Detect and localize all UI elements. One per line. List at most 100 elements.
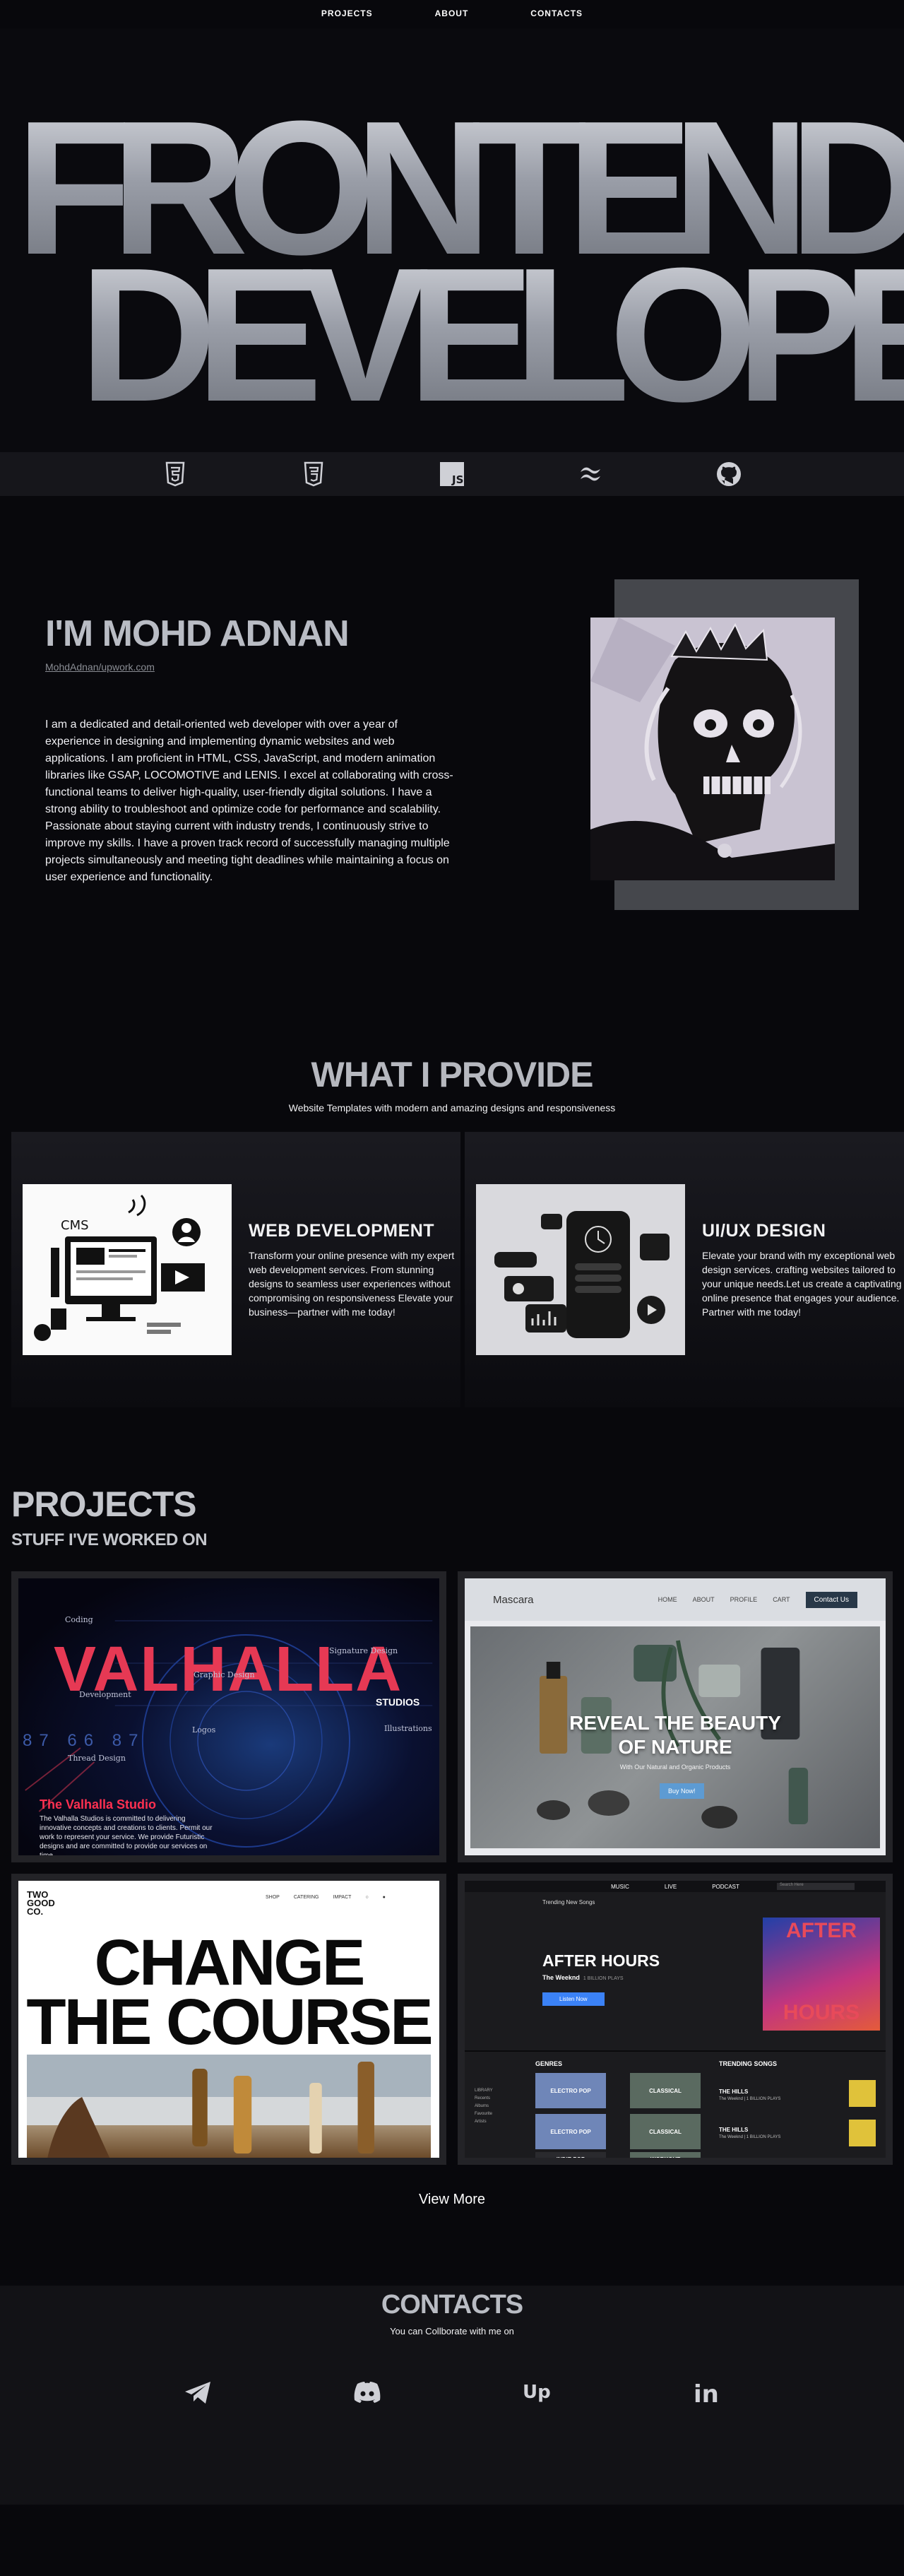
genre-tile: ELECTRO POP [535, 2073, 606, 2108]
services-section: WHAT I PROVIDE Website Templates with mo… [0, 1054, 904, 1407]
github-icon [713, 459, 744, 490]
view-more-link[interactable]: View More [0, 2192, 904, 2208]
song-thumbnail [849, 2080, 876, 2107]
projects-grid: VALHALLA STUDIOS Coding Signature Design… [11, 1571, 893, 2165]
contact-icons: Up in [0, 2336, 904, 2411]
mascara-navbar: Mascara HOME ABOUT PROFILE CART Contact … [465, 1578, 886, 1621]
valhalla-numbers: 87 66 87 [23, 1731, 145, 1750]
discord-icon[interactable] [348, 2373, 386, 2411]
projects-section: PROJECTS STUFF I'VE WORKED ON VALHALLA S… [0, 1407, 904, 2208]
project-card-mascara[interactable]: Mascara HOME ABOUT PROFILE CART Contact … [458, 1571, 893, 1862]
services-subtitle: Website Templates with modern and amazin… [288, 1102, 616, 1113]
project-card-music-app[interactable]: MUSIC LIVE PODCAST Search Here Trending … [458, 1874, 893, 2165]
song-title: THE HILLS [719, 2088, 749, 2095]
valhalla-studios-label: STUDIOS [376, 1696, 420, 1708]
genre-tile: INDIE POP [535, 2152, 606, 2158]
song-title: THE HILLS [719, 2127, 749, 2133]
telegram-icon[interactable] [179, 2373, 217, 2411]
service-title: WEB DEVELOPMENT [249, 1220, 435, 1241]
two-good-logo: TWO GOOD CO. [27, 1889, 55, 1917]
two-good-menu-item: SHOP [266, 1895, 280, 1900]
svg-text:JS: JS [451, 473, 463, 486]
valhalla-tag: Graphic Design [194, 1670, 255, 1679]
music-app-screenshot: MUSIC LIVE PODCAST Search Here Trending … [465, 1881, 886, 2158]
mascara-menu-item: CART [773, 1596, 790, 1603]
project-card-valhalla[interactable]: VALHALLA STUDIOS Coding Signature Design… [11, 1571, 446, 1862]
service-title: UI/UX DESIGN [702, 1220, 826, 1241]
service-card-web-development: CMS WEB DEVELOPMENT Transform your onlin… [11, 1132, 460, 1407]
two-good-photo [27, 2055, 431, 2158]
genre-tile: CLASSICAL [630, 2114, 701, 2149]
top-nav: PROJECTS ABOUT CONTACTS [0, 0, 904, 28]
menu-icon: ● [382, 1895, 386, 1900]
service-description: Elevate your brand with my exceptional w… [702, 1249, 902, 1318]
music-nav-item: MUSIC [611, 1883, 629, 1890]
svg-text:Up: Up [523, 2382, 551, 2403]
nav-contacts-link[interactable]: CONTACTS [530, 8, 583, 28]
genre-tile: ELECTRO POP [535, 2114, 606, 2149]
valhalla-screenshot: VALHALLA STUDIOS Coding Signature Design… [18, 1578, 439, 1855]
song-subtitle: The Weeknd | 1 BILLION PLAYS [719, 2135, 781, 2139]
mascara-contact-button: Contact Us [805, 1591, 857, 1608]
hero-title-line-2: DEVELOPER [79, 240, 904, 431]
valhalla-tag: Illustrations [384, 1724, 432, 1733]
svg-text:CMS: CMS [61, 1218, 89, 1233]
hero-section: FRONTEND DEVELOPER [0, 28, 904, 452]
about-title: I'M MOHD ADNAN [45, 613, 350, 654]
valhalla-tag: Thread Design [68, 1754, 126, 1763]
music-trending-label: Trending New Songs [542, 1899, 595, 1906]
nav-about-link[interactable]: ABOUT [435, 8, 469, 28]
linkedin-icon[interactable]: in [687, 2373, 725, 2411]
valhalla-tag: Development [79, 1690, 131, 1699]
skull-artwork-image [590, 618, 835, 880]
projects-title: PROJECTS [11, 1484, 197, 1524]
after-hours-cover: AFTER HOURS [763, 1918, 880, 2031]
service-description: Transform your online presence with my e… [249, 1249, 455, 1318]
mascara-buy-button: Buy Now! [660, 1783, 704, 1799]
genre-tile: WORKOUT [630, 2152, 701, 2158]
two-good-menu-item: IMPACT [333, 1895, 352, 1900]
ui-ux-design-illustration [476, 1184, 685, 1355]
upwork-icon[interactable]: Up [518, 2373, 556, 2411]
about-paragraph: I am a dedicated and detail-oriented web… [45, 719, 453, 883]
service-card-ui-ux-design: UI/UX DESIGN Elevate your brand with my … [465, 1132, 904, 1407]
web-development-illustration: CMS [23, 1184, 232, 1355]
two-good-headline: THE COURSE [26, 1986, 433, 2058]
mascara-screenshot: Mascara HOME ABOUT PROFILE CART Contact … [465, 1578, 886, 1855]
two-good-menu-item: CATERING [293, 1895, 319, 1900]
nav-projects-link[interactable]: PROJECTS [321, 8, 373, 28]
search-icon: ○ [365, 1895, 369, 1900]
music-search-input: Search Here [777, 1883, 855, 1890]
valhalla-tag: Logos [192, 1725, 216, 1735]
mascara-menu-item: PROFILE [730, 1596, 758, 1603]
contacts-subtitle: You can Collborate with me on [390, 2326, 514, 2336]
services-list: CMS WEB DEVELOPMENT Transform your onlin… [11, 1132, 904, 1407]
mascara-tagline: With Our Natural and Organic Products [619, 1763, 731, 1771]
mascara-headline: OF NATURE [618, 1736, 732, 1758]
song-subtitle: The Weeknd | 1 BILLION PLAYS [719, 2097, 781, 2101]
project-card-two-good-co[interactable]: TWO GOOD CO. SHOP CATERING IMPACT ○ ● CH… [11, 1874, 446, 2165]
valhalla-description: The Valhalla Studios is committed to del… [40, 1815, 213, 1855]
music-genres-label: GENRES [535, 2060, 563, 2067]
tailwind-icon [575, 459, 606, 490]
html5-icon [160, 459, 191, 490]
music-nav-item: PODCAST [712, 1883, 739, 1890]
song-thumbnail [849, 2120, 876, 2146]
upwork-profile-link[interactable]: MohdAdnan/upwork.com [45, 661, 155, 673]
genre-tile: CLASSICAL [630, 2073, 701, 2108]
svg-text:in: in [694, 2380, 719, 2409]
music-trending-songs-label: TRENDING SONGS [719, 2060, 778, 2067]
music-listen-button: Listen Now [542, 1992, 605, 2006]
valhalla-studio-name: The Valhalla Studio [40, 1797, 157, 1812]
skills-bar: JS [0, 452, 904, 496]
two-good-headline: CHANGE [94, 1927, 366, 1999]
music-nav-item: LIVE [664, 1883, 677, 1890]
projects-subtitle: STUFF I'VE WORKED ON [11, 1530, 208, 1549]
music-featured-artist: The Weeknd 1 BILLION PLAYS [542, 1974, 624, 1981]
music-featured-title: AFTER HOURS [542, 1951, 660, 1970]
about-section: I'M MOHD ADNAN MohdAdnan/upwork.com I am… [0, 496, 904, 1054]
mascara-logo: Mascara [493, 1593, 534, 1606]
two-good-screenshot: TWO GOOD CO. SHOP CATERING IMPACT ○ ● CH… [18, 1881, 439, 2158]
contacts-title: CONTACTS [381, 2290, 523, 2320]
mascara-menu-item: ABOUT [692, 1596, 715, 1603]
